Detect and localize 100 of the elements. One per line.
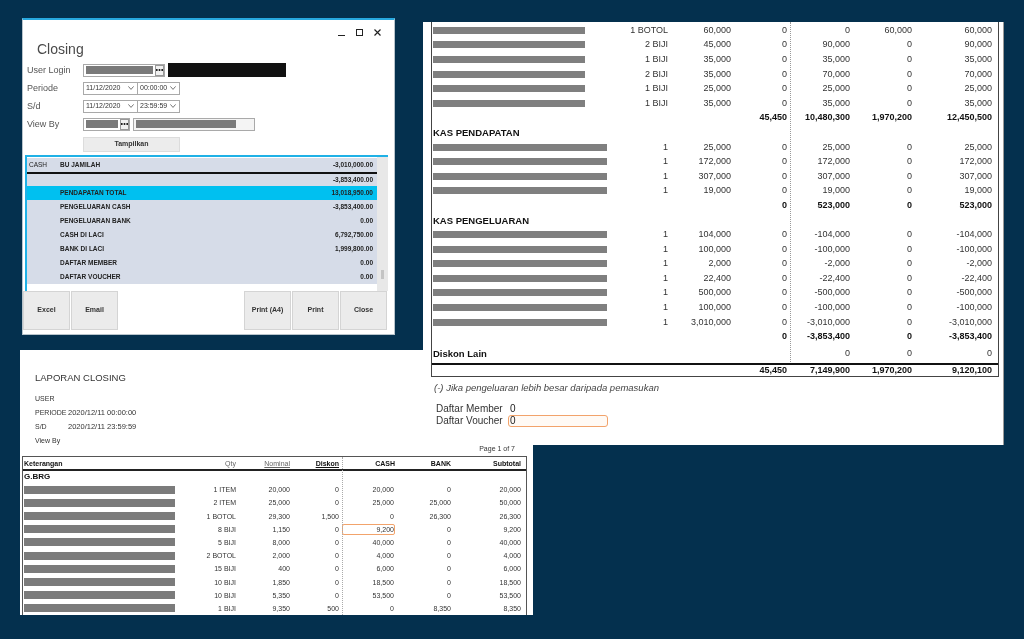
- table-cell: 1 BIJI: [645, 97, 668, 109]
- count-value: 0: [509, 403, 517, 416]
- table-cell: 9,120,100: [951, 365, 992, 377]
- table-cell: 1: [663, 243, 668, 255]
- table-cell: 25,000: [822, 83, 850, 95]
- table-cell: -3,010,000: [948, 316, 992, 328]
- table-cell: 70,000: [964, 68, 992, 80]
- close-icon[interactable]: [374, 29, 381, 36]
- input-field[interactable]: [133, 117, 255, 131]
- section-heading: KAS PENDAPATAN: [432, 126, 520, 138]
- minimize-icon[interactable]: [338, 34, 345, 36]
- chevron-down-icon[interactable]: [170, 86, 176, 90]
- table-cell: 0: [782, 24, 787, 36]
- table-cell: -22,400: [819, 272, 850, 284]
- table-cell: 35,000: [964, 97, 992, 109]
- table-cell: 0: [907, 97, 912, 109]
- table-cell: 1: [663, 141, 668, 153]
- table-cell: 45,450: [759, 365, 787, 377]
- field-label: S/d: [27, 100, 42, 112]
- maximize-icon[interactable]: [356, 29, 363, 36]
- table-cell: 1: [663, 302, 668, 314]
- table-cell: 35,000: [822, 97, 850, 109]
- table-cell: 2 BIJI: [645, 39, 668, 51]
- table-cell: 0: [782, 287, 787, 299]
- chevron-down-icon[interactable]: [128, 104, 134, 108]
- table-cell: 35,000: [703, 97, 731, 109]
- table-cell: 1: [663, 229, 668, 241]
- window-title: Closing: [37, 40, 84, 58]
- table-cell: -104,000: [956, 229, 992, 241]
- table-cell: 1,970,200: [871, 365, 912, 377]
- report-title: LAPORAN CLOSING: [35, 372, 126, 384]
- table-cell: 0: [907, 83, 912, 95]
- table-cell: 1 BIJI: [645, 83, 668, 95]
- field-label: View By: [27, 118, 61, 130]
- table-cell: 0: [782, 199, 787, 211]
- table-cell: 12,450,500: [946, 112, 992, 124]
- table-cell: 0: [907, 348, 912, 360]
- input-field[interactable]: [83, 63, 165, 77]
- table-cell: 1: [663, 185, 668, 197]
- table-cell: 1: [663, 287, 668, 299]
- table-cell: 307,000: [817, 170, 850, 182]
- table-cell: 0: [782, 156, 787, 168]
- group-heading: G.BRG: [23, 472, 51, 483]
- table-cell: -500,000: [814, 287, 850, 299]
- table-cell: 100,000: [698, 243, 731, 255]
- section-heading: Diskon Lain: [432, 348, 487, 360]
- table-cell: 0: [907, 316, 912, 328]
- table-cell: 0: [987, 348, 992, 360]
- table-cell: 523,000: [959, 199, 992, 211]
- table-cell: 35,000: [822, 54, 850, 65]
- table-cell: 0: [782, 229, 787, 241]
- table-cell: -3,853,400: [948, 331, 992, 343]
- table-cell: 0: [907, 39, 912, 51]
- table-cell: 10,480,300: [804, 112, 850, 124]
- table-cell: 0: [907, 156, 912, 168]
- browse-button[interactable]: [120, 118, 129, 130]
- table-cell: -3,010,000: [806, 316, 850, 328]
- table-cell: 1 BOTOL: [630, 24, 668, 36]
- redaction-bar: [86, 120, 118, 128]
- footnote-text: (-) Jika pengeluaran lebih besar daripada pemasukan: [434, 381, 659, 393]
- table-cell: 0: [907, 229, 912, 241]
- table-cell: 0: [782, 54, 787, 65]
- browse-button[interactable]: [155, 64, 164, 76]
- scrollbar-thumb[interactable]: [381, 270, 384, 279]
- table-cell: 7,149,900: [809, 365, 850, 377]
- table-cell: 0: [782, 243, 787, 255]
- table-cell: 0: [907, 272, 912, 284]
- redaction-bar: [86, 66, 153, 74]
- chevron-down-icon[interactable]: [128, 86, 134, 90]
- table-cell: 100,000: [698, 302, 731, 314]
- table-cell: 172,000: [698, 156, 731, 168]
- table-cell: -22,400: [961, 272, 992, 284]
- table-cell: 19,000: [703, 185, 731, 197]
- table-cell: 0: [907, 141, 912, 153]
- input-field[interactable]: [83, 117, 130, 131]
- table-cell: 0: [907, 170, 912, 182]
- table-cell: 0: [782, 97, 787, 109]
- table-cell: 0: [907, 54, 912, 65]
- table-cell: 2,000: [708, 258, 731, 270]
- table-cell: -2,000: [824, 258, 850, 270]
- field-label: User Login: [27, 64, 72, 76]
- table-cell: 0: [782, 331, 787, 343]
- table-cell: 60,000: [884, 24, 912, 36]
- section-heading: KAS PENGELUARAN: [432, 214, 530, 226]
- table-cell: -2,000: [966, 258, 992, 270]
- table-cell: 2 BIJI: [645, 68, 668, 80]
- table-cell: 1: [663, 258, 668, 270]
- table-cell: 25,000: [703, 141, 731, 153]
- table-cell: 45,450: [759, 112, 787, 124]
- table-cell: -500,000: [956, 287, 992, 299]
- table-cell: 0: [907, 243, 912, 255]
- table-cell: 307,000: [959, 170, 992, 182]
- table-cell: 0: [782, 272, 787, 284]
- chevron-down-icon[interactable]: [170, 104, 176, 108]
- table-cell: 307,000: [698, 170, 731, 182]
- table-cell: 25,000: [822, 141, 850, 153]
- table-cell: -100,000: [956, 302, 992, 314]
- ellipsis-icon: [156, 68, 163, 71]
- table-cell: 0: [907, 68, 912, 80]
- table-cell: -100,000: [956, 243, 992, 255]
